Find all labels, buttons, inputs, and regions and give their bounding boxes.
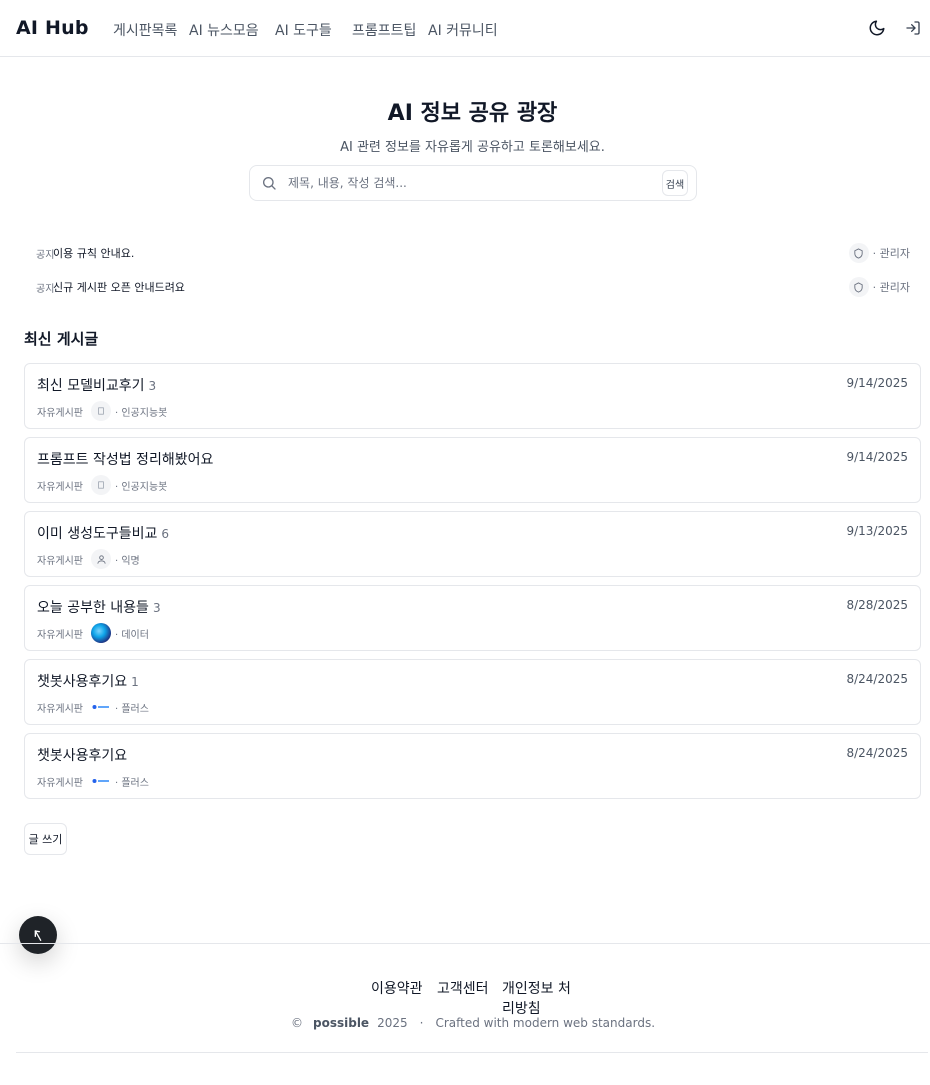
comment-count: 6 xyxy=(161,527,170,541)
notice-tag: 공지 xyxy=(36,284,55,295)
nav-item-news[interactable]: AI 뉴스모음 xyxy=(189,20,275,40)
post-date: 9/14/2025 xyxy=(846,376,908,390)
footer-link-support[interactable]: 고객센터 xyxy=(437,978,502,1018)
post-title: 이미 생성도구들비교 6 xyxy=(37,523,169,543)
post-author: · 익명 xyxy=(115,555,140,567)
post-author: · 인공지능봇 xyxy=(115,407,168,419)
notice-title[interactable]: 이용 규칙 안내요. xyxy=(53,245,134,261)
avatar xyxy=(91,475,111,495)
post-title-text: 챗봇사용후기요 xyxy=(37,748,128,764)
post-author: · 플러스 xyxy=(115,703,149,715)
notice-row: 공지 이용 규칙 안내요. · 관리자 xyxy=(24,243,910,263)
post-category: 자유게시판 xyxy=(37,703,83,715)
page-subtitle: AI 관련 정보를 자유롭게 공유하고 토론해보세요. xyxy=(340,140,605,155)
post-date: 9/13/2025 xyxy=(846,524,908,538)
copyright: © possible 2025 · Crafted with modern we… xyxy=(291,1016,655,1030)
post-card[interactable]: 프롬프트 작성법 정리해봤어요 9/14/2025 자유게시판 · 인공지능봇 xyxy=(24,437,921,503)
avatar xyxy=(91,771,111,791)
footer-links: 이용약관 고객센터 개인정보 처리방침 xyxy=(371,978,582,1018)
post-date: 8/24/2025 xyxy=(846,746,908,760)
moon-icon xyxy=(869,20,885,36)
comment-count: 3 xyxy=(152,601,161,615)
main-nav: 게시판목록 AI 뉴스모음 AI 도구들 프롬프트팁 AI 커뮤니티 xyxy=(113,20,508,40)
post-meta: 자유게시판 · 데이터 xyxy=(37,623,149,643)
section-title: 최신 게시글 xyxy=(24,330,99,348)
theme-toggle-button[interactable] xyxy=(867,18,887,38)
notice-author-name: · 관리자 xyxy=(872,281,910,294)
post-title: 챗봇사용후기요 xyxy=(37,745,131,765)
search-button[interactable]: 검색 xyxy=(662,170,688,196)
user-icon xyxy=(91,549,111,569)
post-author: · 인공지능봇 xyxy=(115,481,168,493)
notice-row: 공지 신규 게시판 오픈 안내드려요 · 관리자 xyxy=(24,277,910,297)
shield-icon xyxy=(848,243,869,263)
arrow-up-left-icon xyxy=(34,930,42,941)
search-icon xyxy=(261,175,277,195)
post-title: 프롬프트 작성법 정리해봤어요 xyxy=(37,449,217,469)
post-meta: 자유게시판 · 플러스 xyxy=(37,771,149,791)
copyright-separator: · xyxy=(419,1016,424,1030)
scroll-top-button[interactable] xyxy=(19,916,57,954)
post-meta: 자유게시판 · 인공지능봇 xyxy=(37,401,167,421)
shield-icon xyxy=(848,277,869,297)
nav-item-boards[interactable]: 게시판목록 xyxy=(113,20,189,40)
post-category: 자유게시판 xyxy=(37,407,83,419)
notice-tag: 공지 xyxy=(36,250,55,261)
footer-link-privacy[interactable]: 개인정보 처리방침 xyxy=(502,978,582,1018)
post-category: 자유게시판 xyxy=(37,629,83,641)
post-title-text: 프롬프트 작성법 정리해봤어요 xyxy=(37,452,214,468)
avatar xyxy=(91,401,111,421)
post-title-text: 이미 생성도구들비교 xyxy=(37,526,158,542)
post-card[interactable]: 챗봇사용후기요 1 8/24/2025 자유게시판 · 플러스 xyxy=(24,659,921,725)
post-category: 자유게시판 xyxy=(37,777,83,789)
post-meta: 자유게시판 · 플러스 xyxy=(37,697,149,717)
login-button[interactable] xyxy=(903,18,923,38)
comment-count: 1 xyxy=(131,675,139,689)
notice-title[interactable]: 신규 게시판 오픈 안내드려요 xyxy=(53,279,185,295)
copyright-year: 2025 xyxy=(377,1016,408,1030)
nav-item-prompt-tips[interactable]: 프롬프트팁 xyxy=(352,20,428,40)
comment-count: 3 xyxy=(148,379,157,393)
login-icon xyxy=(906,21,920,35)
post-card[interactable]: 이미 생성도구들비교 6 9/13/2025 자유게시판 · 익명 xyxy=(24,511,921,577)
post-category: 자유게시판 xyxy=(37,481,83,493)
post-title: 최신 모델비교후기 3 xyxy=(37,375,156,395)
brand-logo[interactable]: AI Hub xyxy=(16,17,89,39)
search-bar: 검색 xyxy=(249,165,697,201)
post-date: 8/24/2025 xyxy=(846,672,908,686)
bottom-divider xyxy=(16,1052,928,1053)
footer-divider xyxy=(0,943,930,944)
post-card[interactable]: 챗봇사용후기요 8/24/2025 자유게시판 · 플러스 xyxy=(24,733,921,799)
avatar xyxy=(91,623,111,643)
post-card[interactable]: 오늘 공부한 내용들 3 8/28/2025 자유게시판 · 데이터 xyxy=(24,585,921,651)
page-title: AI 정보 공유 광장 xyxy=(387,101,558,126)
copyright-owner: possible xyxy=(313,1016,370,1030)
post-meta: 자유게시판 · 익명 xyxy=(37,549,140,569)
post-title-text: 챗봇사용후기요 xyxy=(37,674,128,690)
post-title: 오늘 공부한 내용들 3 xyxy=(37,597,161,617)
post-date: 9/14/2025 xyxy=(846,450,908,464)
post-date: 8/28/2025 xyxy=(846,598,908,612)
search-input[interactable] xyxy=(288,173,648,193)
write-post-button[interactable]: 글 쓰기 xyxy=(24,823,67,855)
post-title-text: 최신 모델비교후기 xyxy=(37,378,145,394)
top-navigation-bar: AI Hub 게시판목록 AI 뉴스모음 AI 도구들 프롬프트팁 AI 커뮤니… xyxy=(0,0,930,57)
post-author: · 데이터 xyxy=(115,629,149,641)
post-title: 챗봇사용후기요 1 xyxy=(37,671,139,691)
post-card[interactable]: 최신 모델비교후기 3 9/14/2025 자유게시판 · 인공지능봇 xyxy=(24,363,921,429)
post-author: · 플러스 xyxy=(115,777,149,789)
nav-item-tools[interactable]: AI 도구들 xyxy=(275,20,352,40)
post-category: 자유게시판 xyxy=(37,555,83,567)
avatar xyxy=(91,697,111,717)
notice-author: · 관리자 xyxy=(848,277,910,297)
notice-author: · 관리자 xyxy=(848,243,910,263)
footer-tagline: Crafted with modern web standards. xyxy=(435,1016,656,1030)
copyright-icon: © xyxy=(291,1016,303,1030)
post-meta: 자유게시판 · 인공지능봇 xyxy=(37,475,167,495)
nav-item-community[interactable]: AI 커뮤니티 xyxy=(428,20,508,40)
footer-link-terms[interactable]: 이용약관 xyxy=(371,978,437,1018)
notice-author-name: · 관리자 xyxy=(872,247,910,260)
post-title-text: 오늘 공부한 내용들 xyxy=(37,600,149,616)
